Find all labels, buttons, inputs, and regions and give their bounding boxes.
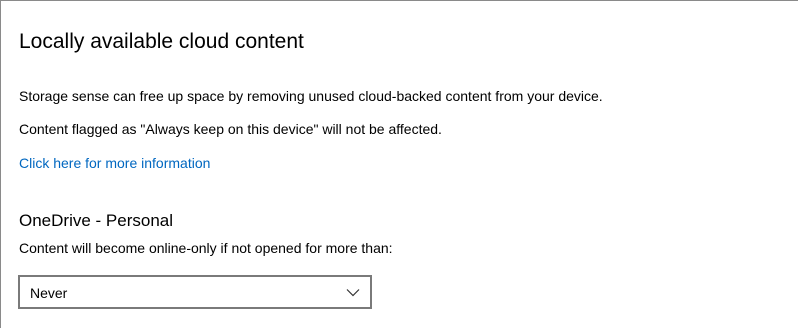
online-only-description: Content will become online-only if not o…: [19, 240, 393, 256]
onedrive-personal-title: OneDrive - Personal: [19, 211, 174, 230]
always-keep-note: Content flagged as "Always keep on this …: [19, 121, 442, 137]
settings-panel: Locally available cloud content Storage …: [0, 0, 798, 328]
dropdown-selected-value: Never: [30, 285, 68, 301]
storage-sense-description: Storage sense can free up space by remov…: [19, 88, 603, 104]
section-title: Locally available cloud content: [19, 30, 304, 53]
more-information-link[interactable]: Click here for more information: [19, 154, 210, 172]
chevron-down-icon: [346, 289, 360, 297]
online-only-duration-dropdown[interactable]: Never: [18, 275, 372, 309]
